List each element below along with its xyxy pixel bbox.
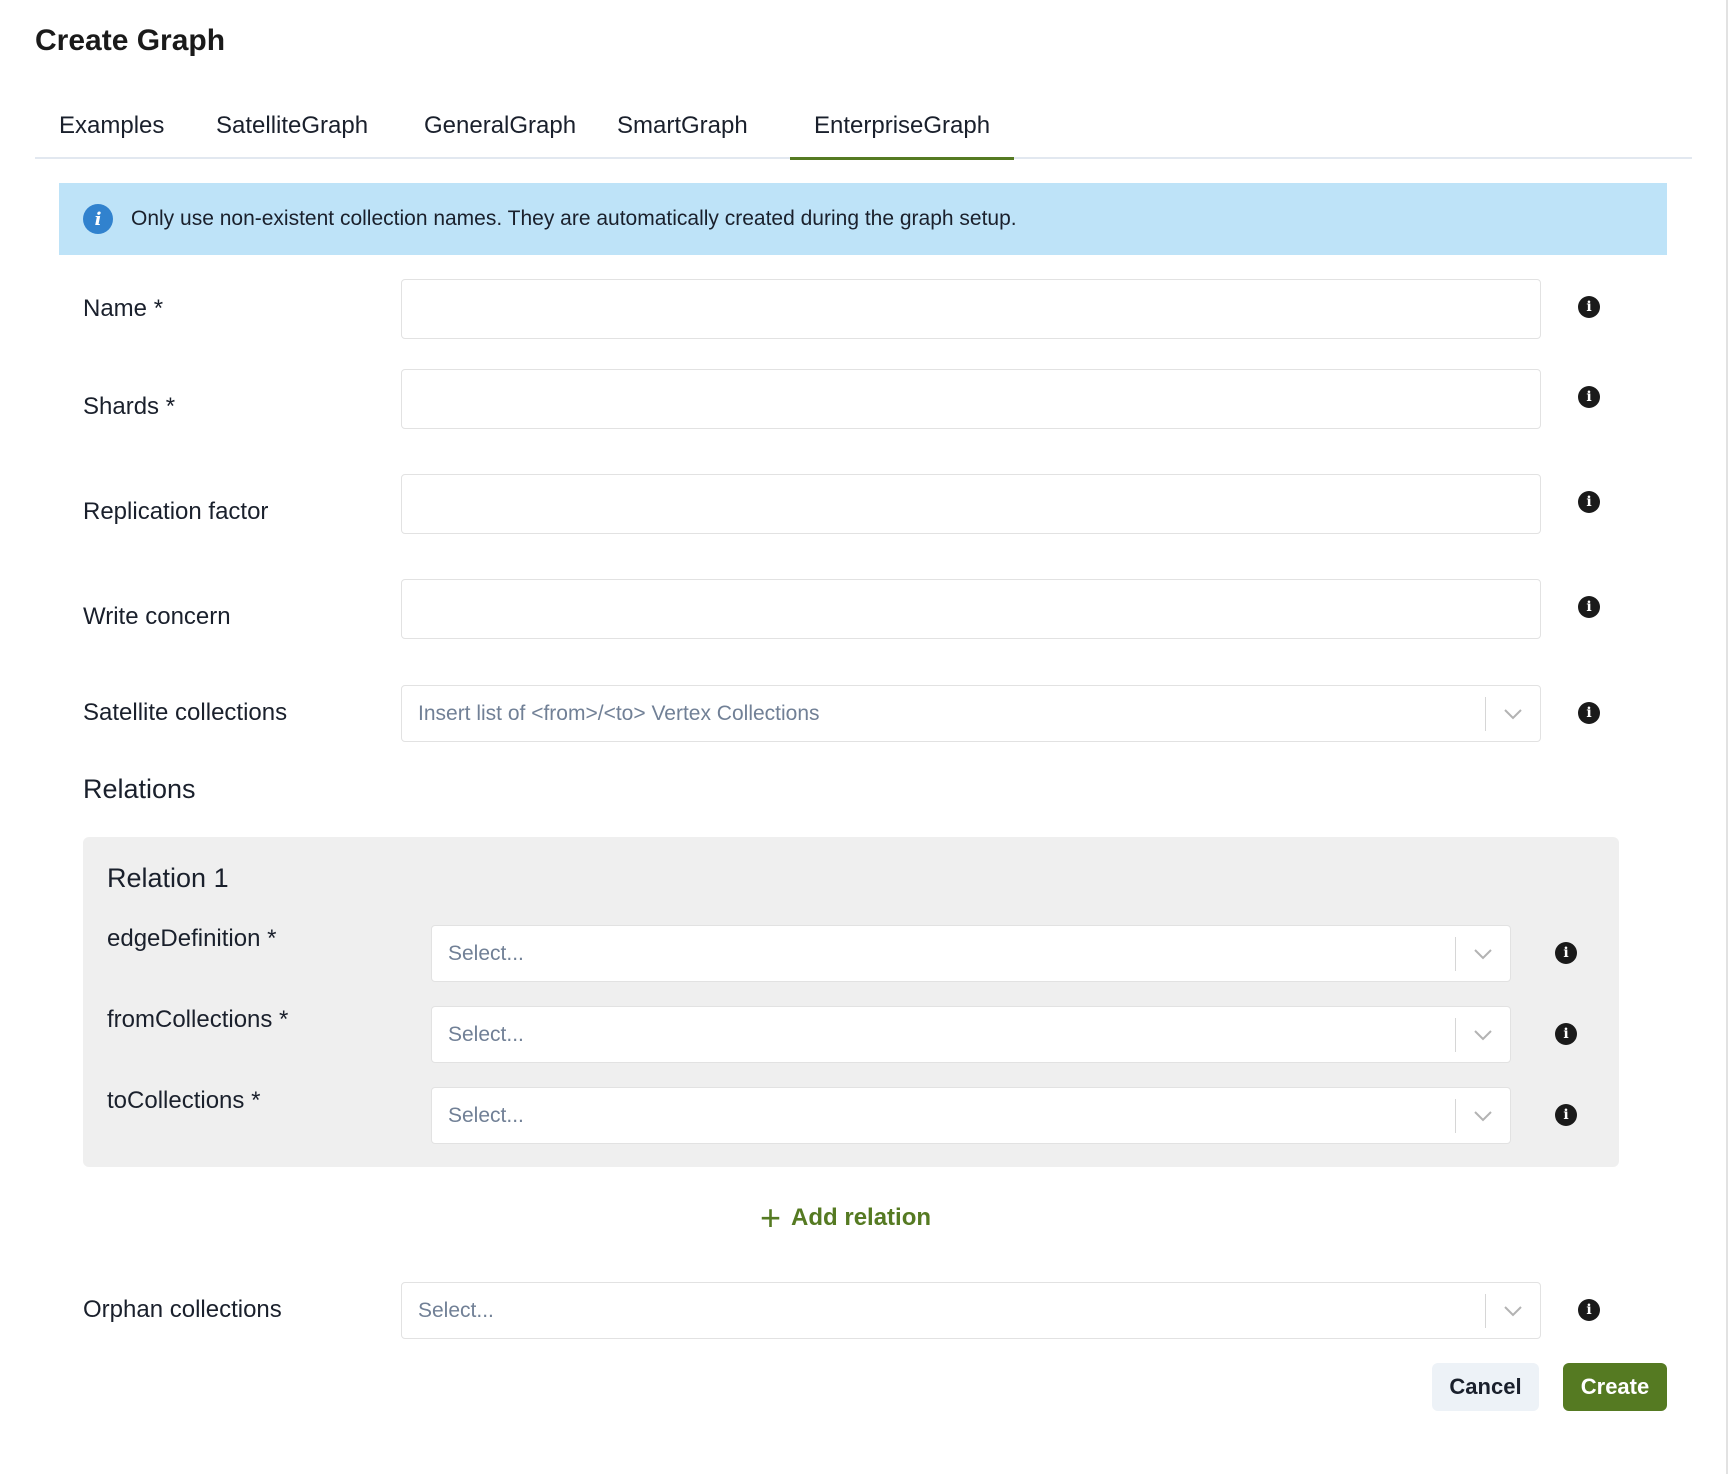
orphan-collections-placeholder: Select... bbox=[418, 1298, 494, 1322]
graph-type-tabs: Examples SatelliteGraph GeneralGraph Sma… bbox=[35, 100, 1692, 160]
name-label: Name * bbox=[83, 295, 164, 322]
info-circle-icon: i bbox=[83, 204, 113, 234]
to-collections-label: toCollections * bbox=[107, 1087, 261, 1114]
plus-icon: + bbox=[760, 1197, 782, 1238]
from-collections-label: fromCollections * bbox=[107, 1006, 289, 1033]
relation-card: Relation 1 edgeDefinition * Select... i … bbox=[83, 837, 1619, 1167]
replication-factor-field[interactable] bbox=[401, 474, 1541, 534]
satellite-collections-select[interactable]: Insert list of <from>/<to> Vertex Collec… bbox=[401, 685, 1541, 742]
edge-definition-label: edgeDefinition * bbox=[107, 925, 277, 952]
orphan-collections-label: Orphan collections bbox=[83, 1296, 282, 1323]
to-collections-placeholder: Select... bbox=[448, 1103, 524, 1127]
chevron-down-icon[interactable] bbox=[1456, 926, 1510, 981]
shards-field[interactable] bbox=[401, 369, 1541, 429]
shards-input[interactable] bbox=[402, 370, 1540, 428]
chevron-down-icon[interactable] bbox=[1456, 1088, 1510, 1143]
info-icon[interactable]: i bbox=[1578, 596, 1600, 618]
info-icon[interactable]: i bbox=[1578, 491, 1600, 513]
info-alert: i Only use non-existent collection names… bbox=[59, 183, 1667, 255]
create-graph-dialog: Create Graph Examples SatelliteGraph Gen… bbox=[0, 0, 1728, 1474]
alert-text: Only use non-existent collection names. … bbox=[131, 207, 1017, 230]
info-icon[interactable]: i bbox=[1555, 1104, 1577, 1126]
chevron-down-icon[interactable] bbox=[1486, 1283, 1540, 1338]
info-icon[interactable]: i bbox=[1578, 296, 1600, 318]
info-icon[interactable]: i bbox=[1555, 942, 1577, 964]
name-input[interactable] bbox=[402, 280, 1540, 338]
write-concern-field[interactable] bbox=[401, 579, 1541, 639]
info-icon[interactable]: i bbox=[1578, 386, 1600, 408]
create-button[interactable]: Create bbox=[1563, 1363, 1667, 1411]
replication-factor-input[interactable] bbox=[402, 475, 1540, 533]
add-relation-button[interactable]: + Add relation bbox=[760, 1197, 932, 1238]
tab-satellitegraph[interactable]: SatelliteGraph bbox=[192, 100, 392, 159]
from-collections-placeholder: Select... bbox=[448, 1022, 524, 1046]
name-field[interactable] bbox=[401, 279, 1541, 339]
satellite-collections-label: Satellite collections bbox=[83, 699, 288, 726]
info-icon[interactable]: i bbox=[1578, 1299, 1600, 1321]
edge-definition-placeholder: Select... bbox=[448, 941, 524, 965]
info-icon[interactable]: i bbox=[1555, 1023, 1577, 1045]
dialog-title: Create Graph bbox=[35, 24, 226, 57]
tab-generalgraph[interactable]: GeneralGraph bbox=[400, 100, 600, 159]
write-concern-label: Write concern bbox=[83, 603, 231, 630]
replication-factor-label: Replication factor bbox=[83, 498, 269, 525]
relation-title: Relation 1 bbox=[107, 863, 229, 893]
info-icon[interactable]: i bbox=[1578, 702, 1600, 724]
add-relation-label: Add relation bbox=[791, 1204, 932, 1231]
shards-label: Shards * bbox=[83, 393, 176, 420]
to-collections-select[interactable]: Select... bbox=[431, 1087, 1511, 1144]
write-concern-input[interactable] bbox=[402, 580, 1540, 638]
edge-definition-select[interactable]: Select... bbox=[431, 925, 1511, 982]
chevron-down-icon[interactable] bbox=[1486, 686, 1540, 741]
tab-examples[interactable]: Examples bbox=[35, 100, 188, 159]
from-collections-select[interactable]: Select... bbox=[431, 1006, 1511, 1063]
relations-heading: Relations bbox=[83, 774, 196, 804]
tab-enterprisegraph[interactable]: EnterpriseGraph bbox=[790, 100, 1015, 160]
orphan-collections-select[interactable]: Select... bbox=[401, 1282, 1541, 1339]
cancel-button[interactable]: Cancel bbox=[1432, 1363, 1539, 1411]
chevron-down-icon[interactable] bbox=[1456, 1007, 1510, 1062]
satellite-collections-placeholder: Insert list of <from>/<to> Vertex Collec… bbox=[418, 701, 820, 725]
tab-smartgraph[interactable]: SmartGraph bbox=[593, 100, 772, 159]
